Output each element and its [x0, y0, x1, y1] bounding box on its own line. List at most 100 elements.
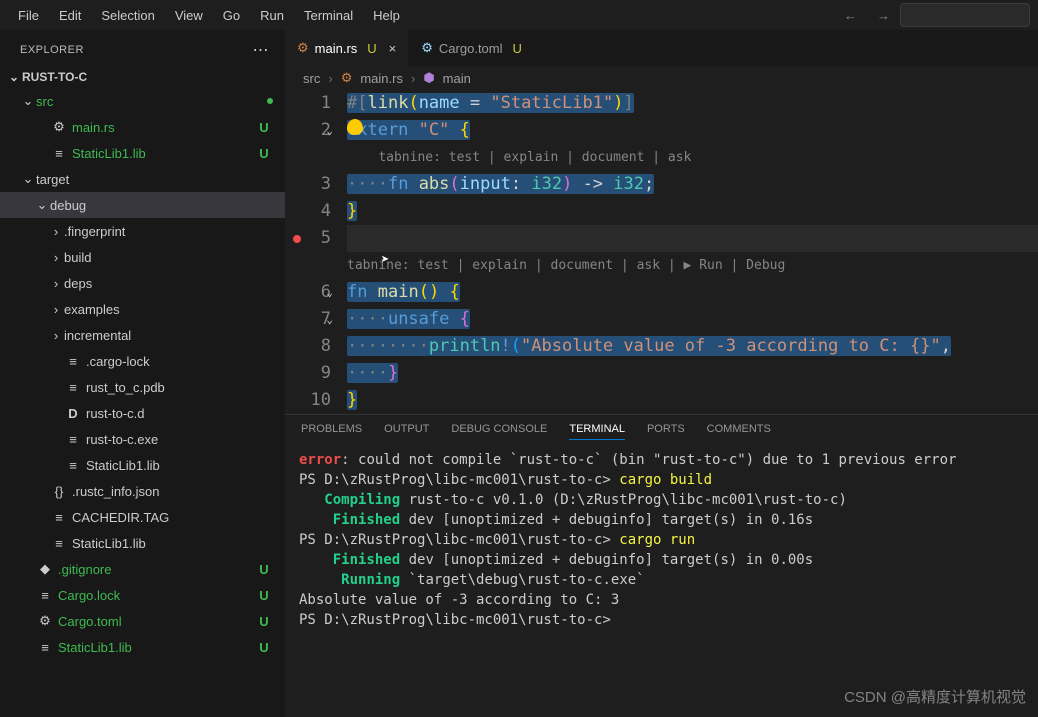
fold-icon[interactable]: ⌄ — [326, 279, 333, 306]
file-icon: ◆ — [36, 561, 54, 577]
menu-file[interactable]: File — [8, 4, 49, 27]
fold-icon[interactable]: ⌄ — [326, 117, 333, 144]
fold-icon[interactable]: ⌄ — [326, 306, 333, 333]
command-center-input[interactable] — [900, 3, 1030, 27]
menu-help[interactable]: Help — [363, 4, 410, 27]
file-icon: ≡ — [64, 354, 82, 369]
panel-tab[interactable]: DEBUG CONSOLE — [451, 423, 547, 440]
tree-item[interactable]: ⚙Cargo.tomlU — [0, 608, 285, 634]
tree-item-label: StaticLib1.lib — [86, 458, 255, 473]
breadcrumb[interactable]: src › ⚙ main.rs › ⬢ main — [285, 66, 1038, 90]
chevron-icon: › — [48, 302, 64, 317]
line-gutter: 1 2⌄ 3 4 5 6⌄ 7⌄ 8 9 10 — [285, 90, 347, 414]
tree-item-label: .fingerprint — [64, 224, 255, 239]
editor-tab[interactable]: ⚙main.rsU× — [285, 30, 409, 66]
file-icon: ≡ — [36, 588, 54, 603]
tree-item[interactable]: ⌄src — [0, 88, 285, 114]
git-status-badge: U — [255, 588, 273, 603]
tree-item[interactable]: ›.fingerprint — [0, 218, 285, 244]
chevron-icon: › — [48, 328, 64, 343]
close-icon[interactable]: × — [389, 41, 397, 56]
git-status-badge: U — [255, 146, 273, 161]
menu-terminal[interactable]: Terminal — [294, 4, 363, 27]
tree-item[interactable]: ›build — [0, 244, 285, 270]
tree-item-label: examples — [64, 302, 255, 317]
menu-view[interactable]: View — [165, 4, 213, 27]
error-marker-icon[interactable] — [293, 235, 301, 243]
tree-item-label: build — [64, 250, 255, 265]
panel-tab[interactable]: PORTS — [647, 423, 685, 440]
menu-run[interactable]: Run — [250, 4, 294, 27]
tab-label: main.rs — [315, 41, 358, 56]
tree-item[interactable]: ›deps — [0, 270, 285, 296]
chevron-right-icon: › — [328, 71, 332, 86]
panel-tab[interactable]: PROBLEMS — [301, 423, 362, 440]
tree-item[interactable]: ≡Cargo.lockU — [0, 582, 285, 608]
git-status-badge: U — [255, 640, 273, 655]
chevron-icon: ⌄ — [20, 93, 36, 109]
bottom-panel: PROBLEMS OUTPUT DEBUG CONSOLE TERMINAL PORTS… — [285, 414, 1038, 644]
panel-tab[interactable]: OUTPUT — [384, 423, 429, 440]
tree-item[interactable]: ⌄target — [0, 166, 285, 192]
tree-item[interactable]: {}.rustc_info.json — [0, 478, 285, 504]
tree-item[interactable]: ≡rust-to-c.exe — [0, 426, 285, 452]
menu-selection[interactable]: Selection — [91, 4, 164, 27]
panel-tab[interactable]: TERMINAL — [569, 423, 625, 440]
tree-item[interactable]: ≡ StaticLib1.libU — [0, 634, 285, 660]
file-tree: ⌄src⚙main.rsU≡StaticLib1.libU⌄target⌄deb… — [0, 88, 285, 717]
tree-item-label: target — [36, 172, 255, 187]
tree-item[interactable]: ⚙main.rsU — [0, 114, 285, 140]
code-editor[interactable]: 1 2⌄ 3 4 5 6⌄ 7⌄ 8 9 10 ➤ #[link(name = … — [285, 90, 1038, 414]
menu-go[interactable]: Go — [213, 4, 250, 27]
nav-back-icon[interactable]: ← — [834, 8, 867, 23]
git-status-badge — [267, 98, 273, 104]
explorer-title: EXPLORER — [20, 44, 84, 56]
tree-item[interactable]: ≡ StaticLib1.lib — [0, 452, 285, 478]
tree-item[interactable]: ≡StaticLib1.libU — [0, 140, 285, 166]
tree-item[interactable]: ⌄debug — [0, 192, 285, 218]
chevron-icon: › — [48, 224, 64, 239]
explorer-more-icon[interactable]: ⋯ — [253, 40, 270, 60]
rust-icon: ⚙ — [341, 70, 353, 86]
file-icon: ⚙ — [421, 40, 433, 56]
lightbulb-icon[interactable] — [347, 119, 363, 135]
chevron-down-icon: ⌄ — [6, 70, 22, 84]
tree-item[interactable]: Drust-to-c.d — [0, 400, 285, 426]
nav-forward-icon[interactable]: → — [867, 8, 900, 23]
tree-item[interactable]: ≡StaticLib1.lib — [0, 530, 285, 556]
watermark: CSDN @高精度计算机视觉 — [844, 686, 1026, 707]
tree-item-label: Cargo.toml — [58, 614, 255, 629]
tree-item-label: StaticLib1.lib — [58, 640, 255, 655]
tree-item-label: incremental — [64, 328, 255, 343]
project-root[interactable]: ⌄ RUST-TO-C — [0, 66, 285, 88]
breadcrumb-part[interactable]: main — [443, 71, 471, 86]
symbol-icon: ⬢ — [423, 70, 434, 86]
menubar: File Edit Selection View Go Run Terminal… — [0, 0, 1038, 30]
tree-item[interactable]: ≡.cargo-lock — [0, 348, 285, 374]
tree-item[interactable]: ≡rust_to_c.pdb — [0, 374, 285, 400]
breadcrumb-part[interactable]: main.rs — [360, 71, 403, 86]
file-icon: {} — [50, 484, 68, 499]
codelens[interactable]: tabnine: test | explain | document | ask… — [347, 258, 785, 273]
editor-tab[interactable]: ⚙Cargo.tomlU — [409, 30, 535, 66]
tree-item-label: main.rs — [72, 120, 255, 135]
file-icon: ⚙ — [297, 40, 309, 56]
tree-item[interactable]: ›examples — [0, 296, 285, 322]
tree-item-label: StaticLib1.lib — [72, 536, 255, 551]
tree-item-label: deps — [64, 276, 255, 291]
chevron-icon: › — [48, 250, 64, 265]
tree-item[interactable]: ›incremental — [0, 322, 285, 348]
file-icon: ≡ — [64, 380, 82, 395]
file-icon: ≡ — [64, 458, 82, 473]
terminal-output[interactable]: error: could not compile `rust-to-c` (bi… — [285, 444, 1038, 644]
codelens[interactable]: tabnine: test | explain | document | ask — [378, 150, 691, 165]
project-name: RUST-TO-C — [22, 70, 87, 84]
panel-tab[interactable]: COMMENTS — [707, 423, 771, 440]
tree-item[interactable]: ≡CACHEDIR.TAG — [0, 504, 285, 530]
breadcrumb-part[interactable]: src — [303, 71, 320, 86]
git-status-badge: U — [255, 120, 273, 135]
menu-edit[interactable]: Edit — [49, 4, 91, 27]
file-icon: ≡ — [36, 640, 54, 655]
chevron-icon: › — [48, 276, 64, 291]
tree-item[interactable]: ◆.gitignoreU — [0, 556, 285, 582]
